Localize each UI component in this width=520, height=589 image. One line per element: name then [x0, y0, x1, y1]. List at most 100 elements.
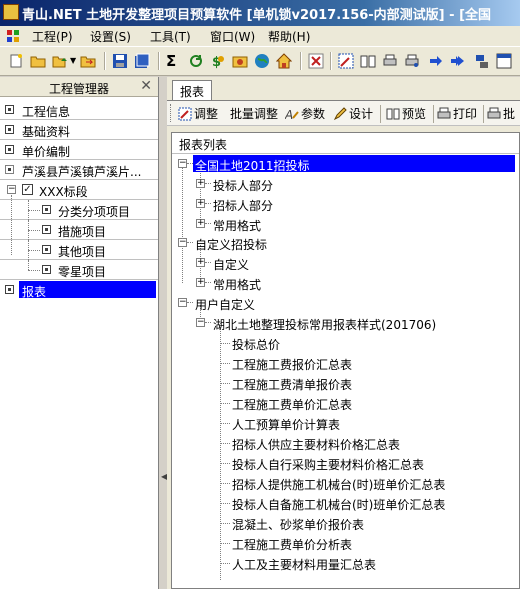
report-item-label: 人工预算单价计算表 — [232, 418, 341, 432]
menu-settings[interactable]: 设置(S) — [90, 28, 131, 45]
tree-item-unit-price[interactable]: 单价编制 — [0, 140, 158, 160]
app-menu-icon[interactable] — [6, 29, 20, 43]
report-item[interactable]: 招标人供应主要材料价格汇总表 — [172, 434, 519, 452]
batch-adjust-button[interactable]: 批量调整 — [230, 105, 278, 122]
tree-item-label: 芦溪县芦溪镇芦溪片... — [22, 165, 142, 179]
sum-icon[interactable]: Σ — [166, 52, 176, 70]
close-doc-icon[interactable] — [308, 53, 324, 69]
report-item-label: 投标人自行采购主要材料价格汇总表 — [232, 458, 425, 472]
report-item[interactable]: 工程施工费单价分析表 — [172, 534, 519, 552]
preview-label: 预览 — [402, 107, 427, 121]
tree-item-sub-items[interactable]: 分类分项项目 — [0, 200, 158, 220]
design-button[interactable]: 设计 — [333, 105, 373, 122]
toolbar-separator — [380, 105, 381, 123]
report-item[interactable]: 投标人自备施工机械台(时)班单价汇总表 — [172, 494, 519, 512]
printer-setup-icon[interactable] — [404, 53, 420, 69]
report-item[interactable]: 工程施工费清单报价表 — [172, 374, 519, 392]
tree-connector — [220, 523, 230, 524]
tree-item-measures[interactable]: 措施项目 — [0, 220, 158, 240]
home-icon[interactable] — [276, 53, 292, 69]
report-group-hubei-2017[interactable]: − 湖北土地整理投标常用报表样式(201706) — [172, 314, 519, 332]
globe-icon[interactable] — [254, 53, 270, 69]
checkbox-icon[interactable]: ✓ — [22, 184, 33, 195]
grid-edit-icon[interactable] — [338, 53, 354, 69]
report-group-national-2011[interactable]: − 全国土地2011招投标 — [172, 155, 519, 173]
close-icon[interactable]: ✕ — [140, 78, 152, 94]
tree-connector — [220, 563, 230, 564]
save-all-icon[interactable] — [134, 53, 150, 69]
collapse-icon[interactable]: − — [196, 318, 205, 327]
report-item[interactable]: 工程施工费报价汇总表 — [172, 354, 519, 372]
folder-arrow-icon[interactable] — [80, 53, 96, 69]
collapse-icon[interactable]: − — [178, 159, 187, 168]
report-item[interactable]: 人工预算单价计算表 — [172, 414, 519, 432]
adjust-button[interactable]: 调整 — [178, 105, 218, 122]
save-icon[interactable] — [112, 53, 128, 69]
report-group-common-format[interactable]: + 常用格式 — [172, 215, 519, 233]
money-icon[interactable]: $ — [210, 53, 226, 69]
toolbar-separator — [104, 52, 106, 70]
batch-print-button[interactable]: 批 — [487, 105, 515, 122]
window-tile-icon[interactable] — [496, 53, 512, 69]
tree-item-project-info[interactable]: 工程信息 — [0, 100, 158, 120]
report-item-label: 工程施工费单价汇总表 — [232, 398, 353, 412]
tree-item-sporadic[interactable]: 零星项目 — [0, 260, 158, 280]
book-icon[interactable] — [360, 53, 376, 69]
print-button[interactable]: 打印 — [437, 105, 477, 122]
report-group-bidder[interactable]: + 投标人部分 — [172, 175, 519, 193]
collapse-icon[interactable]: − — [7, 185, 16, 194]
double-arrow-icon[interactable] — [450, 53, 466, 69]
open-dropdown-icon[interactable] — [52, 53, 68, 69]
printer-icon[interactable] — [382, 53, 398, 69]
tab-report[interactable]: 报表 — [172, 80, 212, 100]
collapse-icon[interactable]: − — [178, 298, 187, 307]
menu-help[interactable]: 帮助(H) — [268, 28, 310, 45]
menu-tools[interactable]: 工具(T) — [150, 28, 191, 45]
refresh-icon[interactable] — [188, 53, 204, 69]
report-group-user-defined[interactable]: − 用户自定义 — [172, 294, 519, 312]
report-item[interactable]: 投标总价 — [172, 334, 519, 352]
report-item-label: 人工及主要材料用量汇总表 — [232, 558, 377, 572]
tree-item-reports[interactable]: 报表 — [0, 280, 158, 300]
report-group-label: 自定义招投标 — [195, 238, 268, 252]
tree-item-project-site[interactable]: 芦溪县芦溪镇芦溪片... — [0, 160, 158, 180]
batch-printer-icon — [487, 107, 501, 119]
window-title: 青山.NET 土地开发整理项目预算软件 [单机锁v2017.156-内部测试版]… — [22, 8, 492, 23]
tree-item-base-data[interactable]: 基础资料 — [0, 120, 158, 140]
camera-folder-icon[interactable] — [232, 53, 248, 69]
report-group-tenderer[interactable]: + 招标人部分 — [172, 195, 519, 213]
adjust-icon — [178, 107, 192, 121]
menu-bar: 工程(P) 设置(S) 工具(T) 窗口(W) 帮助(H) — [0, 26, 520, 46]
report-item[interactable]: 混凝土、砂浆单价报价表 — [172, 514, 519, 532]
tree-item-section[interactable]: − ✓ XXX标段 — [0, 180, 158, 200]
expand-icon[interactable]: + — [196, 258, 205, 267]
report-group-label: 投标人部分 — [213, 179, 274, 193]
expand-icon[interactable]: + — [196, 278, 205, 287]
expand-icon[interactable]: + — [196, 199, 205, 208]
arrow-right-icon[interactable] — [428, 53, 444, 69]
report-item[interactable]: 投标人自行采购主要材料价格汇总表 — [172, 454, 519, 472]
report-item[interactable]: 工程施工费单价汇总表 — [172, 394, 519, 412]
report-group-custom[interactable]: + 自定义 — [172, 254, 519, 272]
menu-project[interactable]: 工程(P) — [32, 28, 73, 45]
menu-window[interactable]: 窗口(W) — [210, 28, 255, 45]
preview-icon — [386, 108, 400, 120]
expand-icon[interactable]: + — [196, 219, 205, 228]
report-item[interactable]: 人工及主要材料用量汇总表 — [172, 554, 519, 572]
panel-splitter[interactable]: ◀ — [159, 77, 167, 589]
network-icon[interactable] — [474, 53, 490, 69]
report-item[interactable]: 招标人提供施工机械台(时)班单价汇总表 — [172, 474, 519, 492]
new-icon[interactable] — [8, 53, 24, 69]
report-group-label: 招标人部分 — [213, 199, 274, 213]
params-button[interactable]: A 参数 — [285, 105, 325, 122]
report-group-label: 湖北土地整理投标常用报表样式(201706) — [213, 318, 437, 332]
expand-icon[interactable]: + — [196, 179, 205, 188]
collapse-icon[interactable]: − — [178, 238, 187, 247]
dropdown-arrow-icon[interactable]: ▼ — [70, 56, 76, 65]
preview-button[interactable]: 预览 — [386, 105, 426, 122]
tree-connector — [205, 322, 211, 323]
tree-item-other[interactable]: 其他项目 — [0, 240, 158, 260]
report-group-common-format-2[interactable]: + 常用格式 — [172, 274, 519, 292]
report-group-custom-bidding[interactable]: − 自定义招投标 — [172, 234, 519, 252]
open-folder-icon[interactable] — [30, 53, 46, 69]
